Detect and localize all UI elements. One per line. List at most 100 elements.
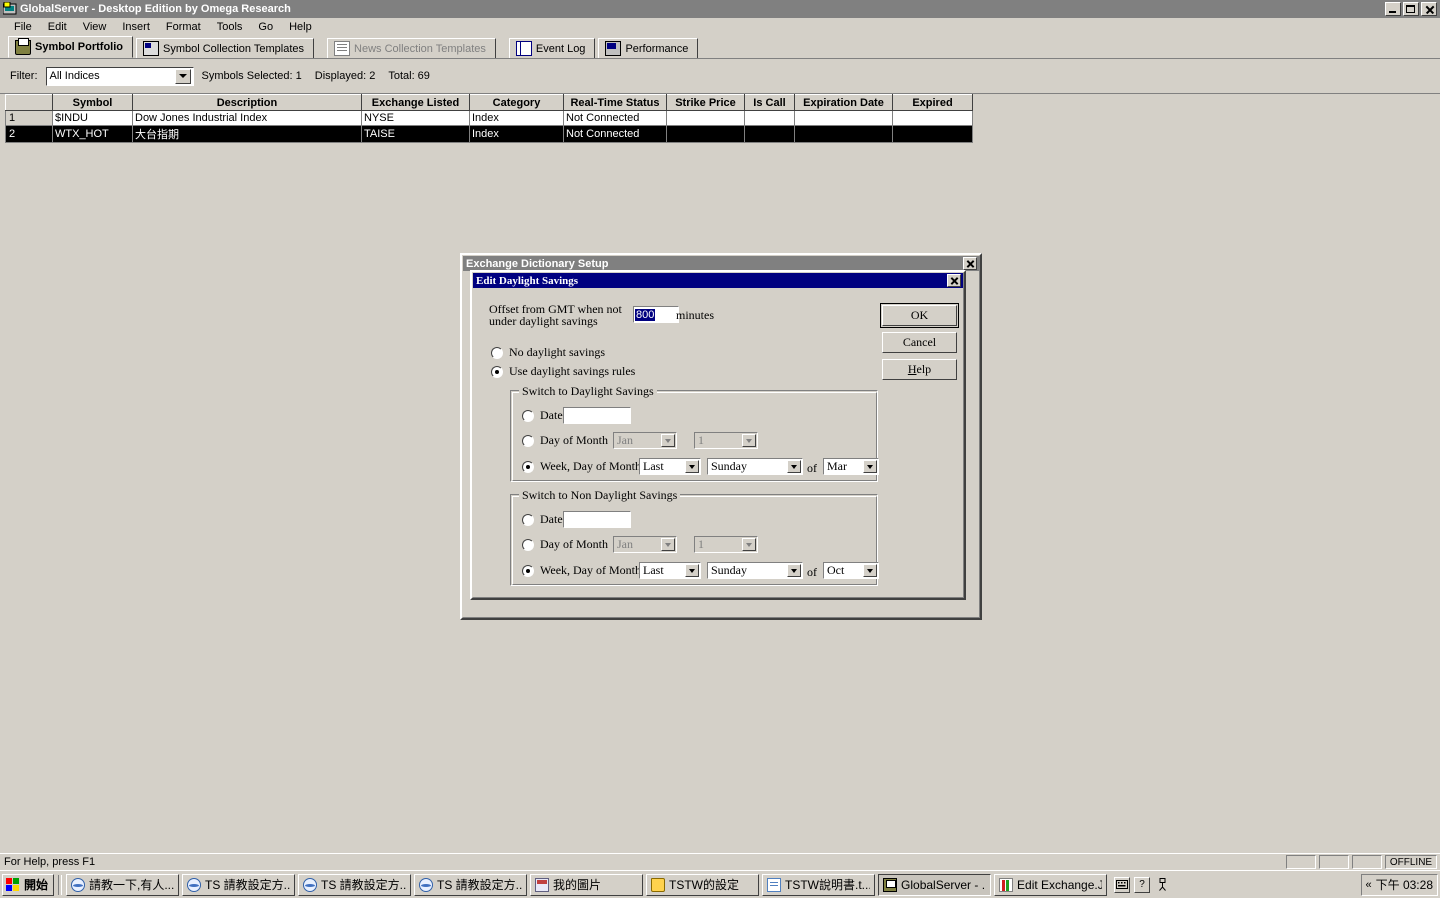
- close-icon[interactable]: [963, 257, 977, 270]
- column-header-category[interactable]: Category: [469, 94, 564, 111]
- restore-icon[interactable]: [1403, 2, 1419, 16]
- help-button[interactable]: Help: [882, 359, 957, 380]
- dst-day-of-month-option[interactable]: Day of Month: [522, 433, 608, 448]
- column-header-rownum[interactable]: [5, 94, 53, 111]
- news-icon: [334, 41, 351, 56]
- column-header-exchange-listed[interactable]: Exchange Listed: [361, 94, 470, 111]
- taskbar-item[interactable]: TS 請教設定方...: [298, 873, 412, 896]
- menu-item-format[interactable]: Format: [158, 20, 209, 34]
- tab-performance[interactable]: Performance: [598, 38, 699, 58]
- dialog-title-bar[interactable]: Exchange Dictionary Setup: [463, 256, 979, 271]
- dst-week-day-of-month-option[interactable]: Week, Day of Month: [522, 459, 641, 474]
- menu-item-go[interactable]: Go: [250, 20, 281, 34]
- tab-event-log[interactable]: Event Log: [508, 38, 596, 58]
- tray-chevron-icon[interactable]: «: [1366, 879, 1372, 891]
- offset-minutes-input[interactable]: 800: [633, 306, 679, 323]
- chevron-down-icon[interactable]: [787, 460, 801, 473]
- menu-item-edit[interactable]: Edit: [40, 20, 75, 34]
- radio-use-daylight-savings-rules[interactable]: [491, 365, 503, 378]
- cell-is-call: [744, 125, 795, 143]
- column-header-real-time-status[interactable]: Real-Time Status: [563, 94, 667, 111]
- start-button[interactable]: 開始: [2, 873, 55, 896]
- radio-nondst-date[interactable]: [522, 513, 534, 526]
- nondst-day-of-month-day-dropdown[interactable]: 1: [694, 536, 758, 553]
- taskbar-item-label: TSTW說明書.t...: [785, 878, 871, 892]
- radio-no-daylight-savings[interactable]: [491, 346, 503, 359]
- menu-item-tools[interactable]: Tools: [209, 20, 251, 34]
- menu-item-view[interactable]: View: [75, 20, 115, 34]
- column-header-strike-price[interactable]: Strike Price: [666, 94, 745, 111]
- taskbar-item[interactable]: 我的圖片: [530, 873, 644, 896]
- nondst-week-dropdown[interactable]: Last: [639, 562, 701, 579]
- dialog-title-bar[interactable]: Edit Daylight Savings: [473, 273, 963, 288]
- filter-dropdown[interactable]: All Indices: [45, 66, 194, 86]
- nondst-date-option[interactable]: Date: [522, 512, 563, 527]
- ok-button[interactable]: OK: [880, 303, 959, 328]
- minimize-icon[interactable]: [1385, 2, 1401, 16]
- dst-day-of-month-day-dropdown[interactable]: 1: [694, 432, 758, 449]
- menu-item-file[interactable]: File: [6, 20, 40, 34]
- dst-date-option[interactable]: Date: [522, 408, 563, 423]
- column-header-is-call[interactable]: Is Call: [744, 94, 795, 111]
- taskbar-item[interactable]: TS 請教設定方...: [182, 873, 296, 896]
- radio-nondst-day-of-month[interactable]: [522, 538, 534, 551]
- ie-icon: [187, 877, 202, 892]
- chevron-down-icon[interactable]: [661, 538, 675, 551]
- chevron-down-icon[interactable]: [863, 460, 877, 473]
- column-header-description[interactable]: Description: [132, 94, 362, 111]
- no-daylight-savings-option[interactable]: No daylight savings: [491, 345, 605, 360]
- chevron-down-icon[interactable]: [787, 564, 801, 577]
- chevron-down-icon[interactable]: [863, 564, 877, 577]
- column-header-expired[interactable]: Expired: [892, 94, 973, 111]
- taskbar-item-active[interactable]: GlobalServer - ...: [878, 873, 992, 896]
- dst-date-input[interactable]: [563, 407, 631, 424]
- network-icon[interactable]: [1154, 877, 1170, 893]
- radio-dst-day-of-month[interactable]: [522, 434, 534, 447]
- taskbar-item-label: TS 請教設定方...: [205, 878, 291, 892]
- tab-symbol-collection-templates[interactable]: Symbol Collection Templates: [136, 38, 315, 58]
- radio-dst-week-day-of-month[interactable]: [522, 460, 534, 473]
- taskbar-item[interactable]: TSTW的設定: [646, 873, 760, 896]
- nondst-day-of-month-option[interactable]: Day of Month: [522, 537, 608, 552]
- nondst-date-input[interactable]: [563, 511, 631, 528]
- nondst-weekday-dropdown[interactable]: Sunday: [707, 562, 803, 579]
- cell-exchange-listed: NYSE: [361, 110, 470, 126]
- taskbar-item-label: TS 請教設定方...: [437, 878, 523, 892]
- chevron-down-icon[interactable]: [742, 434, 756, 447]
- radio-nondst-week-day-of-month[interactable]: [522, 564, 534, 577]
- menu-item-help[interactable]: Help: [281, 20, 320, 34]
- menu-item-insert[interactable]: Insert: [114, 20, 158, 34]
- taskbar-item[interactable]: Edit Exchange.J...: [994, 873, 1108, 896]
- use-daylight-savings-rules-option[interactable]: Use daylight savings rules: [491, 364, 635, 379]
- column-header-expiration-date[interactable]: Expiration Date: [794, 94, 893, 111]
- table-row[interactable]: 2 WTX_HOT 大台指期 TAISE Index Not Connected: [5, 125, 973, 143]
- nondst-day-of-month-month-dropdown[interactable]: Jan: [613, 536, 677, 553]
- keyboard-icon[interactable]: [1114, 876, 1131, 893]
- chevron-down-icon[interactable]: [685, 460, 699, 473]
- dst-day-of-month-month-dropdown[interactable]: Jan: [613, 432, 677, 449]
- dst-week-dropdown[interactable]: Last: [639, 458, 701, 475]
- taskbar-item[interactable]: TS 請教設定方...: [414, 873, 528, 896]
- chevron-down-icon[interactable]: [661, 434, 675, 447]
- dst-month-dropdown[interactable]: Mar: [823, 458, 879, 475]
- chevron-down-icon[interactable]: [174, 68, 191, 84]
- tab-symbol-portfolio[interactable]: Symbol Portfolio: [8, 36, 133, 58]
- dst-weekday-dropdown[interactable]: Sunday: [707, 458, 803, 475]
- chevron-down-icon[interactable]: [685, 564, 699, 577]
- nondst-weekday-value: Sunday: [711, 563, 747, 577]
- column-header-symbol[interactable]: Symbol: [52, 94, 133, 111]
- taskbar-item[interactable]: 請教一下,有人...: [66, 873, 180, 896]
- nondst-month-dropdown[interactable]: Oct: [823, 562, 879, 579]
- chevron-down-icon[interactable]: [742, 538, 756, 551]
- tab-news-collection-templates[interactable]: News Collection Templates: [327, 38, 496, 58]
- cancel-button[interactable]: Cancel: [882, 332, 957, 353]
- close-icon[interactable]: [947, 274, 961, 287]
- nondst-week-day-of-month-option[interactable]: Week, Day of Month: [522, 563, 641, 578]
- filter-dropdown-value: All Indices: [49, 70, 100, 82]
- table-row[interactable]: 1 $INDU Dow Jones Industrial Index NYSE …: [5, 110, 973, 126]
- close-icon[interactable]: [1421, 2, 1437, 16]
- taskbar-item[interactable]: TSTW說明書.t...: [762, 873, 876, 896]
- help-icon[interactable]: ?: [1134, 876, 1151, 893]
- clock[interactable]: 下午 03:28: [1376, 876, 1433, 893]
- radio-dst-date[interactable]: [522, 409, 534, 422]
